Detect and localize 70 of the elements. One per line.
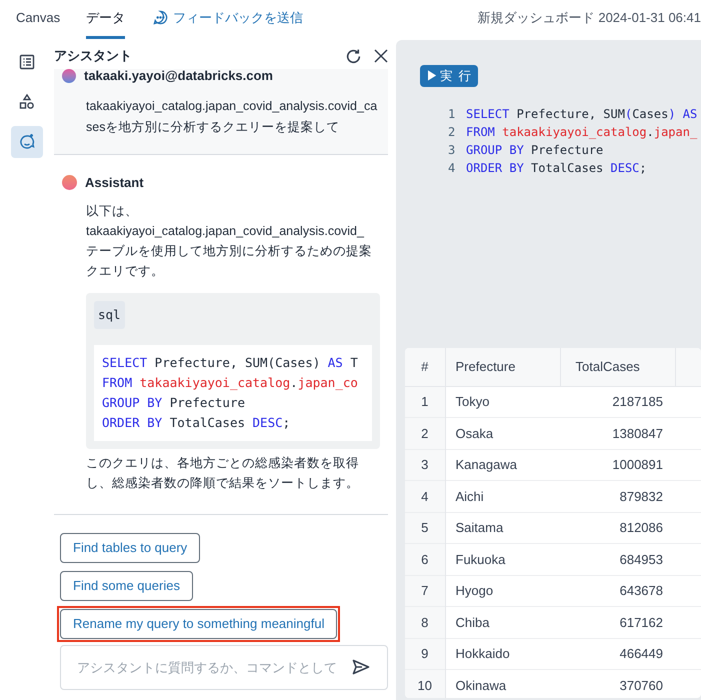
- table-cell: 7: [405, 575, 445, 606]
- table-cell: Okinawa: [445, 670, 560, 698]
- table-cell: 643678: [560, 575, 675, 606]
- table-cell: 8: [405, 606, 445, 638]
- assistant-avatar: [62, 175, 77, 190]
- table-cell: Chiba: [445, 606, 560, 638]
- code-line: ORDER BY TotalCases DESC;: [102, 414, 292, 432]
- table-cell: Kanagawa: [445, 449, 560, 480]
- table-cell: 466449: [560, 638, 675, 670]
- suggestion-button[interactable]: Find some queries: [60, 571, 193, 601]
- close-icon[interactable]: [374, 49, 388, 63]
- shapes-icon: [18, 93, 36, 111]
- tab[interactable]: Canvas: [16, 8, 60, 38]
- table-cell: 684953: [560, 544, 675, 575]
- line-number: 3: [448, 142, 456, 159]
- line-number: 4: [448, 160, 456, 177]
- suggestion-button[interactable]: Rename my query to something meaningful: [60, 609, 338, 639]
- table-cell: 3: [405, 449, 445, 480]
- tab[interactable]: データ: [86, 8, 126, 38]
- list-icon: [18, 53, 36, 71]
- feedback-link[interactable]: フィードバックを送信: [153, 8, 304, 28]
- table-cell: Hokkaido: [445, 638, 560, 670]
- table-cell: Tokyo: [445, 386, 560, 418]
- table-cell: 1380847: [560, 418, 675, 449]
- table-cell: Aichi: [445, 480, 560, 512]
- table-cell: 812086: [560, 512, 675, 544]
- table-cell: Saitama: [445, 512, 560, 544]
- table-cell: Hyogo: [445, 575, 560, 606]
- chat-bubble-icon: [153, 10, 168, 26]
- suggestion-button[interactable]: Find tables to query: [60, 533, 200, 563]
- table-cell: 10: [405, 670, 445, 698]
- message-text: このクエリは、各地方ごとの総感染者数を取得し、総感染者数の降順で結果をソートします。: [86, 455, 360, 492]
- code-language-label: sql: [94, 300, 125, 330]
- table-cell: 1: [405, 386, 445, 418]
- code-line: GROUP BY Prefecture: [465, 142, 604, 159]
- message-text: takaakiyayoi_catalog.japan_covid_analysis.covid_casesを地方別に分析するクエリーを提案して: [86, 98, 378, 136]
- table-cell: 6: [405, 544, 445, 575]
- column-header: TotalCases: [560, 348, 675, 386]
- send-icon[interactable]: [352, 659, 370, 675]
- message-author: takaaki.yayoi@databricks.com: [84, 69, 273, 85]
- refresh-icon[interactable]: [345, 48, 362, 64]
- table-cell: 1000891: [560, 449, 675, 480]
- line-number: 2: [448, 124, 456, 141]
- line-number: 1: [448, 106, 456, 123]
- table-cell: 2187185: [560, 386, 675, 418]
- dashboard-title: 新規ダッシュボード 2024-01-31 06:41: [478, 9, 701, 27]
- table-cell: 617162: [560, 606, 675, 638]
- column-header: Prefecture: [445, 348, 560, 386]
- user-avatar: [62, 69, 76, 83]
- message-input[interactable]: アシスタントに質問するか、コマンドとして: [60, 645, 388, 690]
- table-cell: 4: [405, 480, 445, 512]
- table-cell: 2: [405, 418, 445, 449]
- message-text: 以下は、takaakiyayoi_catalog.japan_covid_analysis.covid_テーブルを使用して地方別に分析するための提案クエリです。: [86, 202, 373, 280]
- run-button[interactable]: ▶実 行: [420, 65, 478, 88]
- column-header: #: [405, 348, 445, 386]
- message-author: Assistant: [85, 174, 144, 192]
- table-cell: 370760: [560, 670, 675, 698]
- code-line: FROM takaakiyayoi_catalog.japan_co: [102, 374, 359, 392]
- code-line: SELECT Prefecture, SUM(Cases) AS T: [102, 354, 359, 372]
- table-cell: 9: [405, 638, 445, 670]
- code-line: ORDER BY TotalCases DESC;: [465, 160, 647, 177]
- code-line: SELECT Prefecture, SUM(Cases) AS: [465, 106, 698, 123]
- panel-title: アシスタント: [54, 47, 132, 66]
- code-line: FROM takaakiyayoi_catalog.japan_: [465, 124, 698, 141]
- code-line: GROUP BY Prefecture: [102, 394, 246, 412]
- table-cell: Fukuoka: [445, 544, 560, 575]
- table-cell: 879832: [560, 480, 675, 512]
- chat-bubble-sparkle-icon: [18, 133, 36, 151]
- table-cell: Osaka: [445, 418, 560, 449]
- table-cell: 5: [405, 512, 445, 544]
